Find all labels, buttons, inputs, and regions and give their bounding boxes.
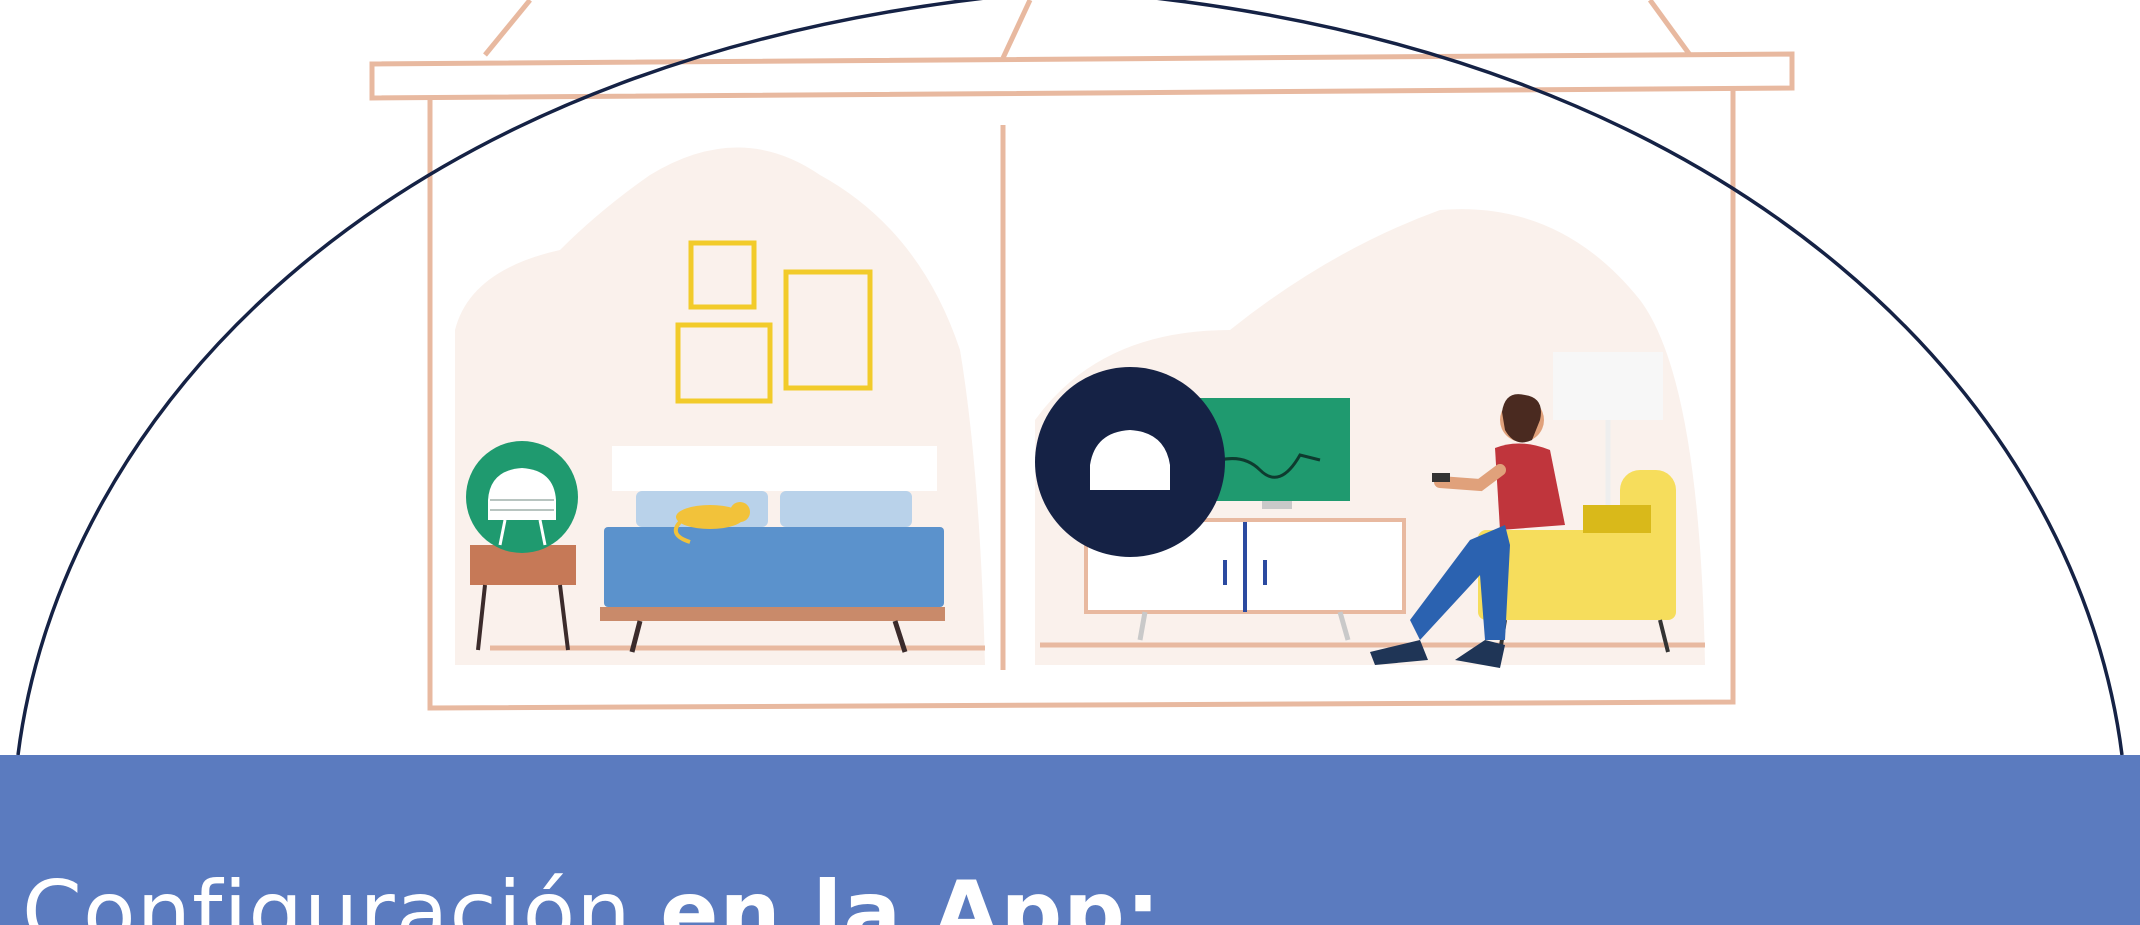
mesh-router-node-icon: [1035, 367, 1225, 557]
setup-banner: Configuración en la App:: [0, 755, 2140, 925]
banner-title-bold: en la App:: [660, 863, 1162, 925]
banner-title: Configuración en la App:: [22, 858, 1161, 925]
banner-title-regular: Configuración: [22, 863, 661, 925]
mesh-router-node-icon: [466, 441, 578, 553]
